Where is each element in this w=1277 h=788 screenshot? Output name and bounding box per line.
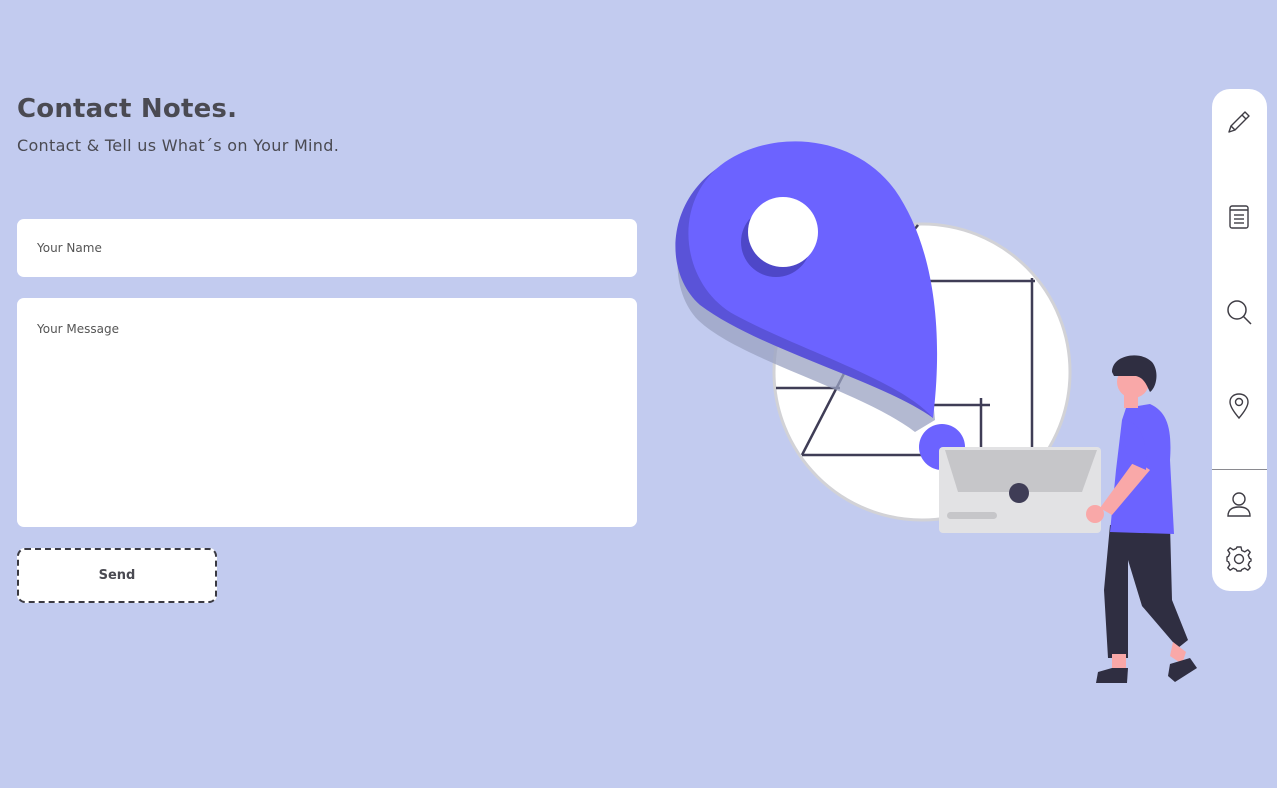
send-button[interactable]: Send	[17, 548, 217, 603]
contact-page: Contact Notes. Contact & Tell us What´s …	[0, 0, 1277, 788]
person-figure	[1086, 355, 1197, 683]
location-pin-icon[interactable]	[1225, 392, 1253, 420]
notes-icon[interactable]	[1225, 203, 1253, 231]
envelope	[939, 447, 1101, 533]
pencil-icon[interactable]	[1225, 108, 1253, 136]
page-subtitle: Contact & Tell us What´s on Your Mind.	[17, 136, 340, 155]
search-icon[interactable]	[1225, 298, 1253, 326]
message-textarea[interactable]	[17, 298, 637, 527]
gear-icon[interactable]	[1225, 545, 1253, 573]
name-input[interactable]	[17, 219, 637, 277]
right-sidebar	[1212, 89, 1267, 591]
page-title: Contact Notes.	[17, 94, 238, 124]
sidebar-divider	[1212, 469, 1267, 470]
pin-hole	[748, 197, 818, 267]
location-illustration	[675, 141, 1197, 683]
user-icon[interactable]	[1225, 490, 1253, 518]
